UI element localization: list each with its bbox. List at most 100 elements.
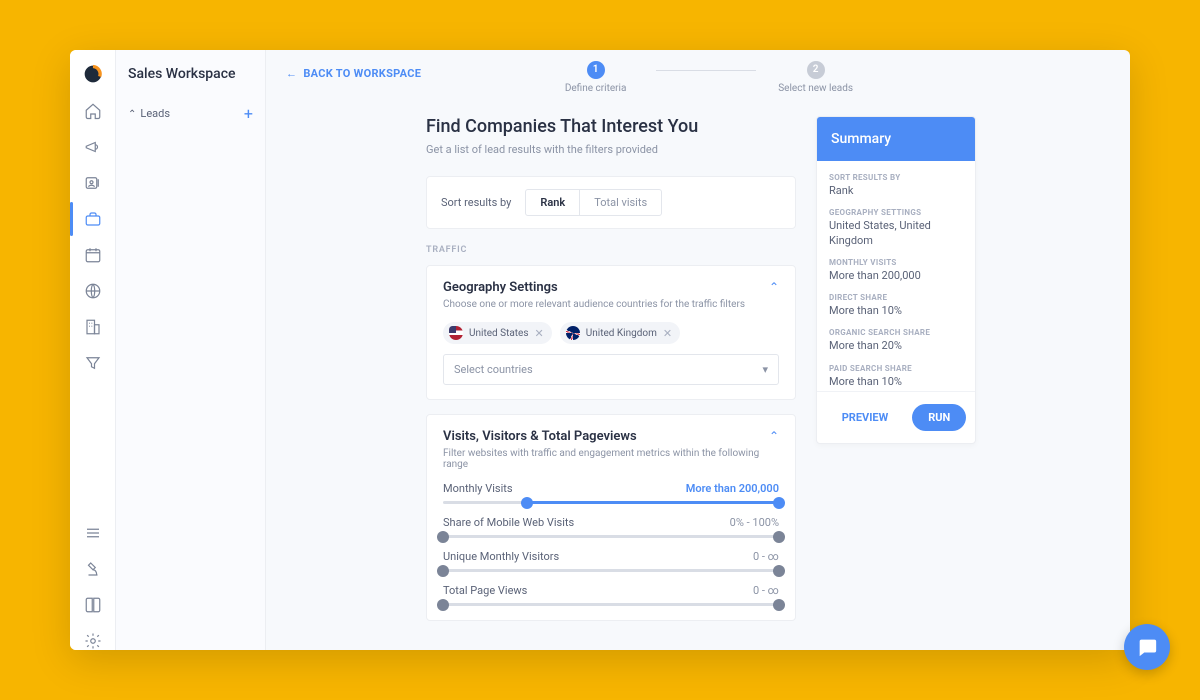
settings-icon[interactable] — [84, 632, 102, 650]
page-title: Find Companies That Interest You — [426, 116, 796, 137]
unique-visitors-track[interactable] — [443, 569, 779, 572]
slider-thumb-min[interactable] — [437, 531, 449, 543]
country-chip-uk: United Kingdom ✕ — [560, 322, 680, 344]
step-select-leads[interactable]: 2 Select new leads — [756, 61, 876, 94]
mobile-share-label: Share of Mobile Web Visits — [443, 516, 574, 529]
step-2-label: Select new leads — [778, 83, 853, 94]
country-select-placeholder: Select countries — [454, 363, 533, 376]
summary-key: DIRECT SHARE — [829, 293, 963, 302]
pageviews-value: 0 - ∞ — [753, 584, 779, 597]
visits-card: Visits, Visitors & Total Pageviews Filte… — [426, 414, 796, 621]
back-label: BACK TO WORKSPACE — [303, 67, 421, 80]
topbar: ← BACK TO WORKSPACE 1 Define criteria 2 … — [266, 50, 1130, 96]
remove-uk-button[interactable]: ✕ — [663, 327, 672, 340]
page-subtitle: Get a list of lead results with the filt… — [426, 143, 796, 156]
sort-option-rank[interactable]: Rank — [526, 190, 580, 215]
stepper: 1 Define criteria 2 Select new leads — [421, 53, 990, 94]
globe-icon[interactable] — [84, 282, 102, 300]
visits-subtitle: Filter websites with traffic and engagem… — [443, 448, 769, 470]
country-chips: United States ✕ United Kingdom ✕ — [443, 322, 779, 344]
summary-column: Summary SORT RESULTS BYRank GEOGRAPHY SE… — [816, 116, 976, 650]
geography-subtitle: Choose one or more relevant audience cou… — [443, 299, 745, 310]
chevron-down-icon: ⌃ — [128, 109, 136, 120]
flag-us-icon — [449, 326, 463, 340]
unique-visitors-value: 0 - ∞ — [753, 550, 779, 563]
mobile-share-track[interactable] — [443, 535, 779, 538]
leads-section-toggle[interactable]: ⌃ Leads + — [128, 104, 253, 123]
add-lead-button[interactable]: + — [244, 104, 253, 123]
slider-thumb-max[interactable] — [773, 531, 785, 543]
menu-icon[interactable] — [84, 524, 102, 542]
sort-option-visits[interactable]: Total visits — [580, 190, 661, 215]
traffic-section-tag: TRAFFIC — [426, 245, 796, 255]
remove-us-button[interactable]: ✕ — [535, 327, 544, 340]
summary-key: SORT RESULTS BY — [829, 173, 963, 182]
chat-fab[interactable] — [1124, 624, 1170, 670]
monthly-visits-track[interactable] — [443, 501, 779, 504]
book-icon[interactable] — [84, 596, 102, 614]
step-connector — [656, 70, 756, 71]
summary-value: Rank — [829, 184, 963, 198]
unique-visitors-slider: Unique Monthly Visitors 0 - ∞ — [443, 550, 779, 572]
chat-icon — [1136, 636, 1158, 658]
summary-value: More than 200,000 — [829, 269, 963, 283]
summary-title: Summary — [817, 117, 975, 161]
slider-thumb-max[interactable] — [773, 565, 785, 577]
nav-rail — [70, 50, 116, 650]
building-icon[interactable] — [84, 318, 102, 336]
slider-thumb-max[interactable] — [773, 497, 785, 509]
sidebar: Sales Workspace ⌃ Leads + — [116, 50, 266, 650]
pageviews-label: Total Page Views — [443, 584, 527, 597]
calendar-icon[interactable] — [84, 246, 102, 264]
slider-thumb-min[interactable] — [437, 565, 449, 577]
step-1-number: 1 — [587, 61, 605, 79]
slider-thumb-min[interactable] — [521, 497, 533, 509]
country-chip-us: United States ✕ — [443, 322, 552, 344]
country-select[interactable]: Select countries ▾ — [443, 354, 779, 385]
pageviews-track[interactable] — [443, 603, 779, 606]
megaphone-icon[interactable] — [84, 138, 102, 156]
run-button[interactable]: RUN — [912, 404, 966, 431]
mobile-share-slider: Share of Mobile Web Visits 0% - 100% — [443, 516, 779, 538]
preview-button[interactable]: PREVIEW — [826, 404, 905, 431]
summary-key: PAID SEARCH SHARE — [829, 364, 963, 373]
summary-key: ORGANIC SEARCH SHARE — [829, 328, 963, 337]
arrow-left-icon: ← — [286, 67, 297, 80]
summary-card: Summary SORT RESULTS BYRank GEOGRAPHY SE… — [816, 116, 976, 444]
summary-value: More than 20% — [829, 339, 963, 353]
filter-icon[interactable] — [84, 354, 102, 372]
leads-label: Leads — [140, 107, 170, 120]
geography-collapse-button[interactable]: ⌃ — [769, 280, 779, 294]
monthly-visits-label: Monthly Visits — [443, 482, 513, 495]
contacts-icon[interactable] — [84, 174, 102, 192]
summary-value: More than 10% — [829, 375, 963, 389]
geography-card: Geography Settings Choose one or more re… — [426, 265, 796, 400]
app-window: Sales Workspace ⌃ Leads + ← BACK TO WORKS… — [70, 50, 1130, 650]
briefcase-icon[interactable] — [84, 210, 102, 228]
flag-uk-icon — [566, 326, 580, 340]
summary-value: United States, United Kingdom — [829, 219, 963, 248]
microscope-icon[interactable] — [84, 560, 102, 578]
chip-us-label: United States — [469, 328, 529, 339]
form-column: Find Companies That Interest You Get a l… — [426, 116, 796, 650]
sort-segmented-control: Rank Total visits — [525, 189, 662, 216]
content: Find Companies That Interest You Get a l… — [266, 96, 1130, 650]
sort-label: Sort results by — [441, 196, 511, 209]
step-2-number: 2 — [807, 61, 825, 79]
summary-key: MONTHLY VISITS — [829, 258, 963, 267]
home-icon[interactable] — [84, 102, 102, 120]
back-to-workspace-link[interactable]: ← BACK TO WORKSPACE — [286, 67, 421, 80]
chip-uk-label: United Kingdom — [586, 328, 657, 339]
step-define-criteria[interactable]: 1 Define criteria — [536, 61, 656, 94]
workspace-title: Sales Workspace — [128, 66, 253, 82]
unique-visitors-label: Unique Monthly Visitors — [443, 550, 559, 563]
summary-body: SORT RESULTS BYRank GEOGRAPHY SETTINGSUn… — [817, 161, 975, 391]
chevron-down-icon: ▾ — [762, 363, 768, 376]
monthly-visits-slider: Monthly Visits More than 200,000 — [443, 482, 779, 504]
mobile-share-value: 0% - 100% — [730, 516, 779, 529]
monthly-visits-value: More than 200,000 — [686, 482, 779, 495]
slider-thumb-min[interactable] — [437, 599, 449, 611]
slider-thumb-max[interactable] — [773, 599, 785, 611]
pageviews-slider: Total Page Views 0 - ∞ — [443, 584, 779, 606]
visits-collapse-button[interactable]: ⌃ — [769, 429, 779, 443]
